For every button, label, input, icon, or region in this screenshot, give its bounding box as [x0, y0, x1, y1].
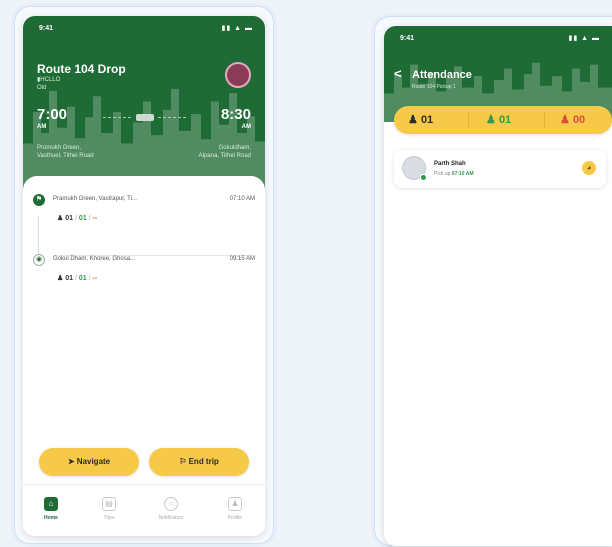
tab-notification[interactable]: ○ Notification: [147, 497, 195, 521]
student-attendance-row[interactable]: Parth Shah Pick up 07:10 AM ◕: [394, 150, 606, 188]
bell-icon: ○: [164, 497, 178, 511]
route-title: Route 104 Drop: [37, 62, 126, 76]
stop-counts: ♟ 01 / 01 / --: [57, 215, 98, 222]
end-place: Gokuldham, Alpana, Tithei Road: [199, 144, 251, 160]
attendance-screen: 9:41 ▮▮ ▲ ▬ < Attendance Route 104 Picku…: [384, 26, 612, 546]
stat-divider: [468, 112, 469, 128]
stop-name: Gokul Dham, Khoree, Ghosa...: [53, 256, 136, 262]
clock-icon[interactable]: ◕: [582, 161, 596, 175]
present-stat[interactable]: ♟ 01: [486, 113, 511, 126]
bus-icon: [136, 114, 154, 121]
navigate-label: Navigate: [76, 457, 111, 466]
route-line-right: [158, 117, 186, 118]
absent-count: --: [92, 275, 98, 282]
end-trip-button[interactable]: ⚐ End trip: [149, 448, 249, 476]
students-icon: ♟: [408, 114, 418, 126]
trip-header: 9:41 ▮▮ ▲ ▬ Route 104 Drop ▮HCLLO Old 7:…: [23, 16, 265, 196]
navigate-button[interactable]: ➤ Navigate: [39, 448, 139, 476]
flag-icon: ⚑: [33, 194, 45, 206]
trips-icon: ▤: [102, 497, 116, 511]
absent-stat[interactable]: ♟ 00: [560, 113, 585, 126]
stop-counts: ♟ 01 / 01 / --: [57, 275, 98, 282]
absent-count: --: [92, 215, 98, 222]
stop-name: Pramukh Green, Vastrapur, Ti...: [53, 196, 137, 202]
tab-trips[interactable]: ▤ Trips: [85, 497, 133, 521]
end-place-line2: Alpana, Tithei Road: [198, 153, 251, 159]
bottom-tab-bar: ⌂ Home ▤ Trips ○ Notification ♟ Profile: [23, 484, 265, 536]
page-title: Attendance: [412, 69, 472, 81]
present-count: 01: [78, 215, 87, 222]
start-ampm: AM: [37, 124, 47, 130]
end-place-line1: Gokuldham,: [218, 145, 251, 151]
total-students-stat[interactable]: ♟ 01: [408, 113, 433, 126]
stat-divider: [544, 112, 545, 128]
start-time: 7:00: [37, 106, 68, 123]
tab-home[interactable]: ⌂ Home: [27, 497, 75, 521]
pickup-prefix: Pick up: [434, 171, 451, 177]
students-icon: ♟: [57, 215, 64, 222]
students-icon: ♟: [57, 275, 64, 282]
home-icon: ⌂: [44, 497, 58, 511]
tab-profile[interactable]: ♟ Profile: [211, 497, 259, 521]
stop-time: 07:10 AM: [229, 196, 255, 202]
total-count: 01: [65, 215, 74, 222]
status-time: 9:41: [400, 35, 415, 42]
end-time: 8:30: [220, 106, 251, 123]
total-value: 01: [420, 114, 434, 126]
end-trip-label: End trip: [188, 457, 219, 466]
tab-label: Home: [44, 515, 58, 521]
route-line-left: [103, 117, 131, 118]
status-time: 9:41: [39, 25, 54, 32]
flag-outline-icon: ⚐: [179, 457, 187, 466]
present-status-dot: [420, 174, 427, 181]
present-icon: ♟: [486, 114, 496, 126]
pickup-info: Pick up 07:10 AM: [434, 171, 474, 177]
status-icons: ▮▮ ▲ ▬: [568, 35, 600, 42]
driver-avatar[interactable]: [225, 62, 251, 88]
absent-icon: ♟: [560, 114, 570, 126]
back-arrow-icon[interactable]: <: [394, 66, 402, 81]
total-count: 01: [65, 275, 74, 282]
route-subtitle-line2: Old: [37, 85, 47, 91]
stops-card: [23, 176, 265, 486]
tab-label: Profile: [227, 515, 243, 521]
start-place: Promukh Green, Vasthuel, Tithei Road: [37, 144, 94, 160]
profile-icon: ♟: [228, 497, 242, 511]
present-value: 01: [498, 114, 512, 126]
tab-label: Notification: [158, 515, 184, 521]
route-subtitle: ▮HCLLO Old: [37, 76, 60, 92]
student-name: Parth Shah: [434, 161, 466, 167]
navigate-arrow-icon: ➤: [67, 457, 75, 466]
start-place-line1: Promukh Green,: [37, 145, 82, 151]
route-subtitle-line1: ▮HCLLO: [37, 77, 61, 83]
trip-screen: 9:41 ▮▮ ▲ ▬ Route 104 Drop ▮HCLLO Old 7:…: [23, 16, 265, 536]
attendance-summary-bar: ♟ 01 ♟ 01 ♟ 00: [394, 106, 612, 134]
status-icons: ▮▮ ▲ ▬: [221, 25, 253, 32]
start-place-line2: Vasthuel, Tithei Road: [37, 153, 94, 159]
page-subtitle: Route 104 Pickup 1: [412, 84, 456, 90]
absent-value: 00: [572, 114, 586, 126]
tab-label: Trips: [103, 515, 115, 521]
pickup-time: 07:10 AM: [451, 171, 474, 177]
present-count: 01: [78, 275, 87, 282]
end-ampm: AM: [241, 124, 251, 130]
pin-icon: ◉: [33, 254, 45, 266]
stop-time: 09:15 AM: [229, 256, 255, 262]
